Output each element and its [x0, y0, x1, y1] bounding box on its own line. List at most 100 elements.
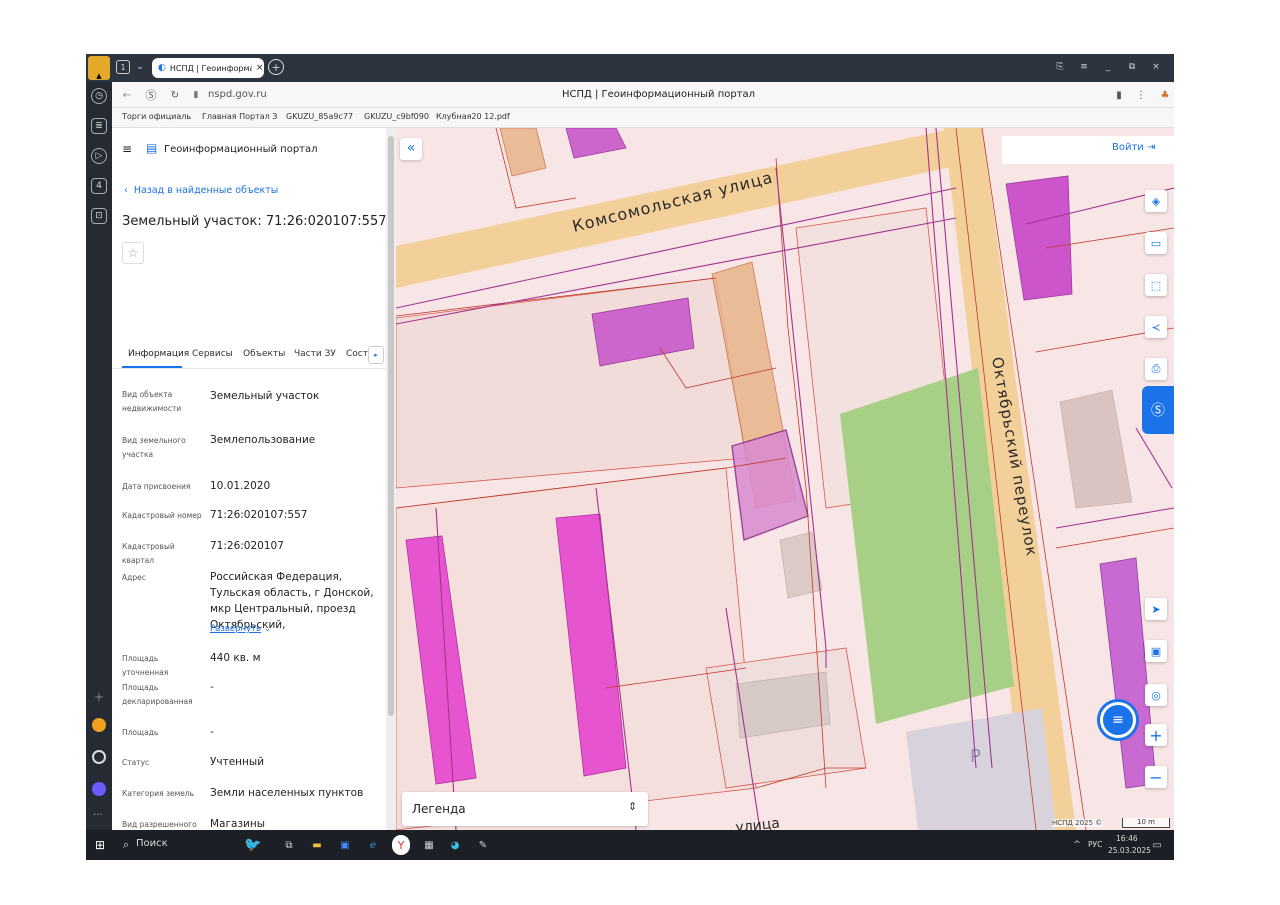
map-view[interactable]: P Комсомольская улица Октябрьский переул… [396, 128, 1174, 830]
location-pin-icon[interactable]: ◎ [1145, 684, 1167, 706]
app-purple-icon[interactable] [92, 782, 106, 796]
word-icon[interactable]: ▣ [338, 837, 352, 853]
field-value: Учтенный [210, 756, 265, 768]
bookmark-3[interactable]: GKUZU_85a9c77 [286, 112, 360, 121]
add-panel-icon[interactable]: + [94, 690, 104, 704]
calculator-icon[interactable]: ▦ [422, 837, 436, 853]
tab-parts[interactable]: Части ЗУ [294, 349, 336, 359]
print-icon[interactable]: ⎙ [1145, 358, 1167, 380]
legend-selector[interactable]: Легенда ⇕ [402, 792, 648, 826]
ruler-icon[interactable]: ▭ [1145, 232, 1167, 254]
lock-icon[interactable]: ⊡ [91, 208, 107, 224]
close-window-icon[interactable]: × [1150, 60, 1162, 74]
tray-chevron-icon[interactable]: ^ [1072, 837, 1082, 853]
tabs-divider [112, 368, 388, 369]
back-link-label: Назад в найденные объекты [133, 185, 279, 196]
select-area-icon[interactable]: ⬚ [1145, 274, 1167, 296]
screen: ▲ 1 ⌄ ◐ НСПД | Геоинформаци × + ⎘ ≡ _ ⧉ … [86, 54, 1174, 860]
restore-icon[interactable]: ⧉ [1126, 60, 1138, 74]
back-icon[interactable]: ← [120, 87, 134, 103]
pin-app-icon[interactable]: ✎ [476, 837, 490, 853]
zoom-in-button[interactable]: + [1145, 724, 1167, 746]
portal-logo-icon: ▤ [146, 141, 158, 155]
map-attribution: НСПД 2025 © [1052, 819, 1103, 827]
lock-secure-icon: ▮ [193, 90, 199, 100]
object-heading: Земельный участок: 71:26:020107:557 [122, 214, 387, 229]
profile-avatar[interactable]: ▲ [88, 56, 110, 80]
counter-icon[interactable]: 4 [91, 178, 107, 194]
bookmark-1[interactable]: Торги официаль [122, 112, 198, 121]
hamburger-menu-icon[interactable]: ≡ [122, 142, 132, 156]
bookmark-icon[interactable]: ▮ [1112, 87, 1126, 103]
map-canvas[interactable]: P Комсомольская улица Октябрьский переул… [396, 128, 1174, 830]
new-tab-icon[interactable]: + [268, 59, 284, 75]
task-view-icon[interactable]: ⧉ [282, 837, 296, 853]
browser-tab-active[interactable]: ◐ НСПД | Геоинформаци × [152, 58, 264, 78]
back-link[interactable]: ‹ Назад в найденные объекты [124, 185, 278, 196]
geolocation-icon[interactable]: ➤ [1145, 598, 1167, 620]
tab-objects[interactable]: Объекты [243, 349, 285, 359]
bookmark-4[interactable]: GKUZU_c9bf0901 [364, 112, 430, 121]
expand-link[interactable]: Развернуть ⌄ [210, 624, 271, 634]
chat-assistant-icon[interactable]: ≡ [1100, 702, 1136, 738]
windows-start-icon[interactable]: ⊞ [92, 837, 108, 853]
extension-icon[interactable]: ♣ [1158, 87, 1172, 103]
menu-icon[interactable]: ≡ [1078, 60, 1090, 74]
login-label: Войти [1112, 142, 1144, 153]
login-button[interactable]: Войти ⇥ [1112, 142, 1155, 153]
field-label: Статус [122, 758, 150, 767]
bookmark-5[interactable]: Клубная20 12.pdf [436, 112, 512, 121]
page-title: НСПД | Геоинформационный портал [562, 89, 756, 100]
clock-time[interactable]: 16:46 [1116, 834, 1138, 843]
info-panel: ≡ ▤ Геоинформационный портал ‹ Назад в н… [112, 128, 388, 830]
field-value: Земли населенных пунктов [210, 787, 364, 799]
more-menu-icon[interactable]: ⋮ [1136, 87, 1146, 103]
map-scale-label: 10 m [1137, 818, 1155, 826]
browser-tab-strip: ▲ 1 ⌄ ◐ НСПД | Геоинформаци × + ⎘ ≡ _ ⧉ … [86, 54, 1174, 82]
clock-date[interactable]: 25.03.2025 [1108, 846, 1151, 855]
play-icon[interactable]: ▷ [91, 148, 107, 164]
close-tab-icon[interactable]: × [256, 63, 264, 73]
file-explorer-icon[interactable]: ▬ [310, 837, 324, 853]
tab-title: НСПД | Геоинформаци [169, 63, 252, 73]
app-orange-icon[interactable] [92, 718, 106, 732]
chevron-down-icon[interactable]: ⌄ [134, 60, 146, 74]
expand-link-label: Развернуть [210, 624, 262, 634]
tab-information[interactable]: Информация [128, 349, 189, 359]
zoom-out-button[interactable]: − [1145, 766, 1167, 788]
edge-icon[interactable]: ℯ [366, 837, 380, 853]
field-value: - [210, 681, 214, 693]
bookmark-page-icon[interactable]: ⎘ [1054, 60, 1066, 74]
url-text[interactable]: nspd.gov.ru [208, 89, 267, 100]
layers-icon[interactable]: ◈ [1145, 190, 1167, 212]
field-label: Вид земельного участка [122, 436, 186, 459]
yandex-icon[interactable]: Ⓢ [144, 87, 158, 103]
app-alice-icon[interactable] [92, 750, 106, 764]
field-label: Вид объекта недвижимости [122, 390, 182, 413]
bookmarks-bar: Торги официаль Главная Портал З GKUZU_85… [112, 108, 1174, 128]
notification-icon[interactable]: ▭ [1150, 837, 1164, 853]
tabs-menu-icon[interactable]: 1 [116, 60, 130, 74]
search-by-map-icon[interactable]: Ⓢ [1142, 386, 1174, 434]
panel-scrollbar-thumb[interactable] [388, 136, 394, 716]
taskbar-search[interactable]: Поиск [136, 838, 168, 849]
more-icon[interactable]: ··· [93, 810, 103, 821]
portal-title[interactable]: Геоинформационный портал [164, 144, 318, 155]
field-value: 440 кв. м [210, 652, 261, 664]
notes-icon[interactable]: ≣ [91, 118, 107, 134]
minimap-icon[interactable]: ▣ [1145, 640, 1167, 662]
reload-icon[interactable]: ↻ [168, 87, 182, 103]
field-label: Кадастровый квартал [122, 542, 175, 565]
collapse-panel-button[interactable]: « [400, 138, 422, 160]
keyboard-language[interactable]: РУС [1088, 840, 1102, 849]
minimize-icon[interactable]: _ [1102, 60, 1114, 74]
favorite-star-icon[interactable]: ☆ [122, 242, 144, 264]
yandex-browser-icon[interactable]: Y [392, 835, 410, 855]
bookmark-2[interactable]: Главная Портал З [202, 112, 280, 121]
tabs-scroll-right-icon[interactable]: ▸ [368, 346, 384, 364]
history-icon[interactable]: ◷ [91, 88, 107, 104]
tab-services[interactable]: Сервисы [192, 349, 233, 359]
panel-scrollbar[interactable] [386, 128, 396, 830]
share-icon[interactable]: ≺ [1145, 316, 1167, 338]
chat-app-icon[interactable]: ◕ [448, 837, 462, 853]
